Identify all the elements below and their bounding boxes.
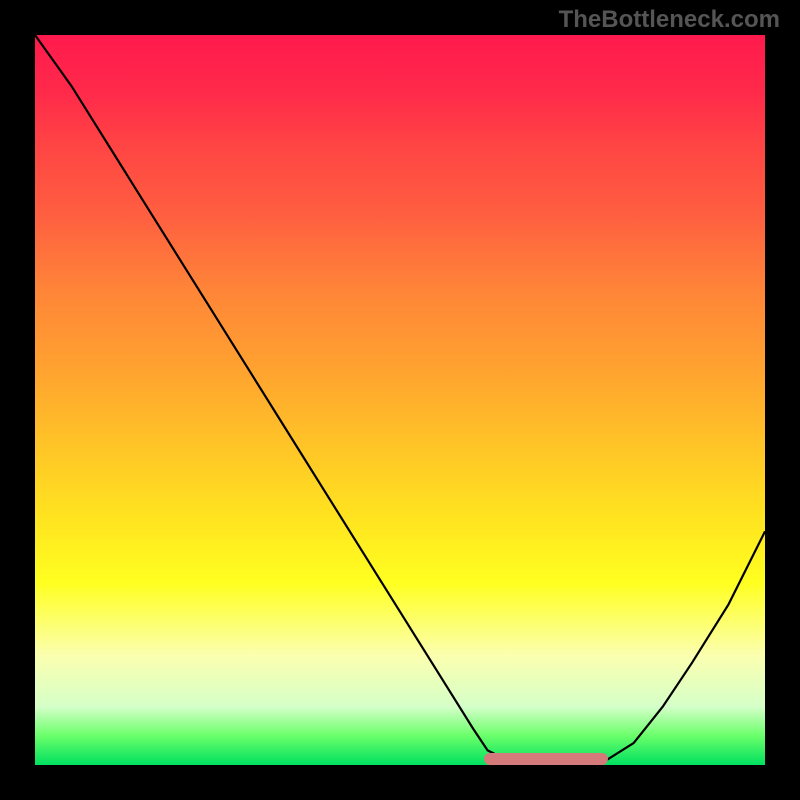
curve-line bbox=[35, 35, 765, 765]
chart-svg bbox=[35, 35, 765, 765]
highlight-segment bbox=[484, 753, 609, 765]
plot-area bbox=[35, 35, 765, 765]
watermark-text: TheBottleneck.com bbox=[559, 6, 780, 34]
